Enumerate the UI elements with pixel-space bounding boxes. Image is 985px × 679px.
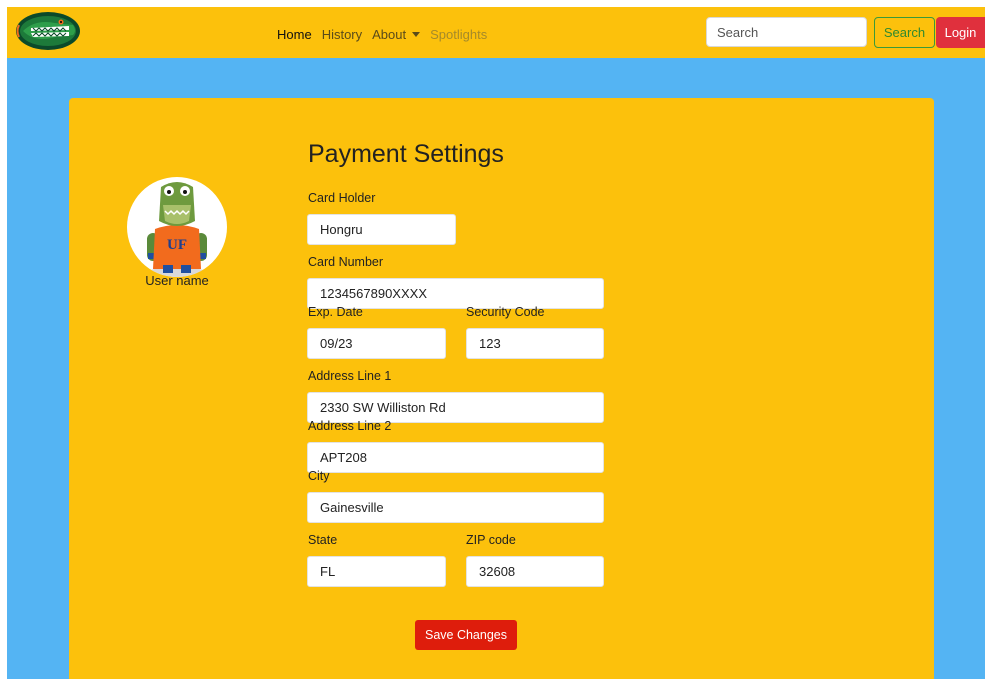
gator-logo-icon[interactable] (15, 11, 81, 51)
username-label: User name (145, 273, 209, 288)
search-button[interactable]: Search (874, 17, 935, 48)
address-line2-input[interactable] (307, 442, 604, 473)
state-input[interactable] (307, 556, 446, 587)
security-code-input[interactable] (466, 328, 604, 359)
city-input[interactable] (307, 492, 604, 523)
address-line2-label: Address Line 2 (308, 419, 392, 433)
exp-date-input[interactable] (307, 328, 446, 359)
caret-down-icon (412, 31, 421, 37)
card-holder-input[interactable] (307, 214, 456, 245)
login-button[interactable]: Login (936, 17, 985, 48)
payment-settings-card: UF User name Payment Settings Card Holde… (69, 98, 934, 679)
zip-code-label: ZIP code (466, 533, 516, 547)
zip-code-input[interactable] (466, 556, 604, 587)
state-label: State (308, 533, 338, 547)
card-holder-label: Card Holder (308, 191, 376, 205)
navbar: Home History About Spotlights Search Log… (7, 7, 985, 58)
page: Home History About Spotlights Search Log… (7, 7, 985, 679)
page-title: Payment Settings (308, 140, 504, 168)
avatar: UF (127, 177, 227, 277)
nav-link-about-label: About (372, 26, 407, 42)
shirt-logo-text: UF (167, 237, 187, 253)
search-input[interactable] (706, 17, 867, 47)
card-number-label: Card Number (308, 255, 384, 269)
nav-link-history[interactable]: History (322, 27, 362, 42)
city-label: City (308, 469, 330, 483)
nav-links: Home History About Spotlights (277, 24, 497, 44)
security-code-label: Security Code (466, 305, 545, 319)
mascot-avatar-icon: UF (147, 182, 207, 277)
nav-link-spotlights[interactable]: Spotlights (430, 27, 487, 42)
address-line1-label: Address Line 1 (308, 369, 392, 383)
nav-link-home[interactable]: Home (277, 27, 312, 42)
nav-link-about[interactable]: About (372, 26, 421, 42)
exp-date-label: Exp. Date (308, 305, 363, 319)
save-changes-button[interactable]: Save Changes (415, 620, 517, 650)
